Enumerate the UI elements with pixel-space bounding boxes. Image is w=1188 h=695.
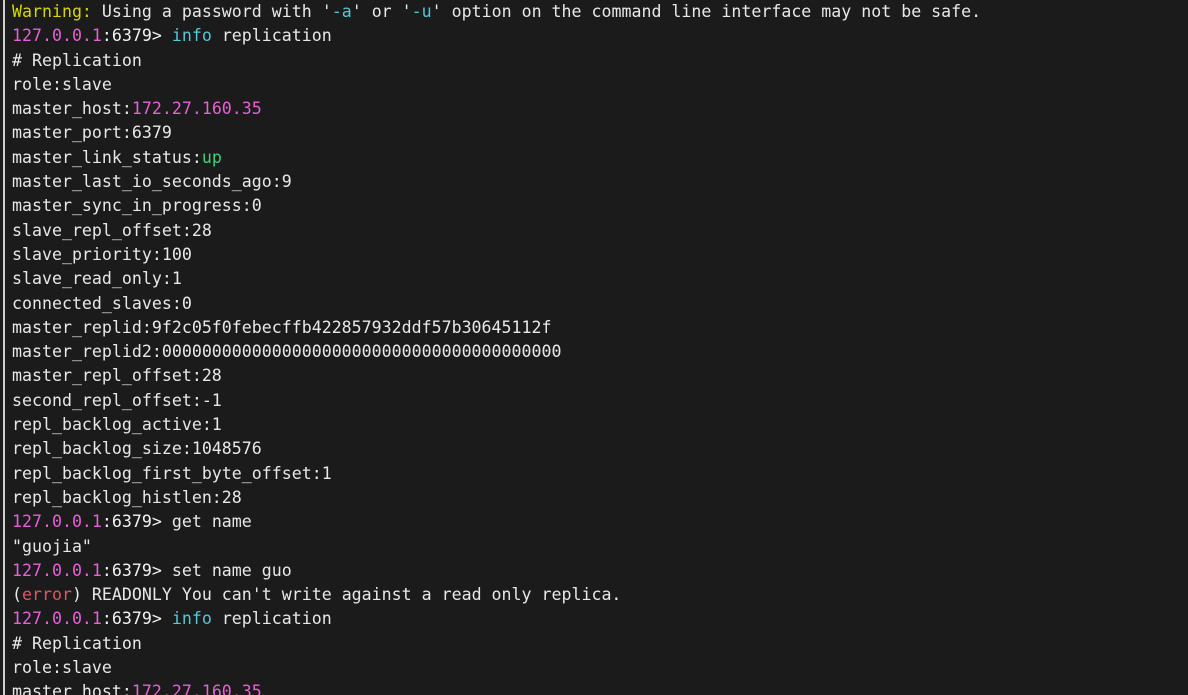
line-master-port: master_port:6379 <box>12 121 1188 145</box>
line-master-host-2: master_host:172.27.160.35 <box>12 680 1188 695</box>
text-segment: 127.0.0.1 <box>12 26 102 46</box>
text-segment: info <box>171 609 212 629</box>
terminal-window[interactable]: Warning: Using a password with '-a' or '… <box>0 0 1188 695</box>
text-segment: master_host: <box>12 682 132 695</box>
text-segment: repl_backlog_size:1048576 <box>12 439 262 459</box>
line-master-repl-offset: master_repl_offset:28 <box>12 364 1188 388</box>
line-backlog-histlen: repl_backlog_histlen:28 <box>12 486 1188 510</box>
text-segment: :6379> <box>101 560 172 580</box>
text-segment: connected_slaves:0 <box>12 293 192 313</box>
line-master-link-status: master_link_status:up <box>12 146 1188 170</box>
text-segment: replication <box>211 609 332 629</box>
line-second-repl-offset: second_repl_offset:-1 <box>12 389 1188 413</box>
text-segment: 172.27.160.35 <box>131 99 262 119</box>
line-slave-read-only: slave_read_only:1 <box>12 267 1188 291</box>
text-segment: repl_backlog_active:1 <box>12 415 222 435</box>
text-segment: get name <box>171 512 252 532</box>
text-segment: :6379> <box>101 609 172 629</box>
line-master-replid: master_replid:9f2c05f0febecffb422857932d… <box>12 316 1188 340</box>
text-segment: master_sync_in_progress:0 <box>12 196 262 216</box>
text-segment: info <box>171 26 212 46</box>
line-section-2: # Replication <box>12 632 1188 656</box>
text-segment: ' <box>431 2 442 21</box>
line-get-result: "guojia" <box>12 535 1188 559</box>
text-segment: # Replication <box>12 50 142 70</box>
line-backlog-size: repl_backlog_size:1048576 <box>12 437 1188 461</box>
text-segment: replication <box>211 26 332 46</box>
text-segment: slave_repl_offset:28 <box>12 220 212 240</box>
text-segment: 127.0.0.1 <box>12 560 102 580</box>
line-backlog-active: repl_backlog_active:1 <box>12 413 1188 437</box>
text-segment: master_repl_offset:28 <box>12 366 222 386</box>
text-segment: ' <box>351 2 362 21</box>
text-segment: role:slave <box>12 74 112 94</box>
text-segment: 172.27.160.35 <box>131 682 262 695</box>
text-segment: set name guo <box>171 560 292 580</box>
text-segment: repl_backlog_histlen:28 <box>12 487 242 507</box>
text-segment: master_replid2:0000000000000000000000000… <box>12 342 562 362</box>
text-segment: "guojia" <box>12 536 92 556</box>
line-slave-repl-offset: slave_repl_offset:28 <box>12 219 1188 243</box>
line-role-1: role:slave <box>12 73 1188 97</box>
text-segment: 127.0.0.1 <box>12 609 102 629</box>
text-segment: role:slave <box>12 658 112 678</box>
text-segment: Using a password with <box>91 2 322 21</box>
line-cmd-info-1: 127.0.0.1:6379> info replication <box>12 24 1188 48</box>
text-segment: ' <box>321 2 332 21</box>
text-segment: master_port:6379 <box>12 123 172 143</box>
line-master-host-1: master_host:172.27.160.35 <box>12 97 1188 121</box>
line-warning: Warning: Using a password with '-a' or '… <box>12 0 1188 24</box>
text-segment: ' <box>401 2 412 21</box>
line-master-replid2: master_replid2:0000000000000000000000000… <box>12 340 1188 364</box>
text-segment: up <box>201 147 222 167</box>
window-left-border <box>3 0 5 695</box>
line-slave-priority: slave_priority:100 <box>12 243 1188 267</box>
text-segment: master_host: <box>12 99 132 119</box>
terminal-output[interactable]: Warning: Using a password with '-a' or '… <box>12 0 1188 695</box>
line-role-2: role:slave <box>12 656 1188 680</box>
text-segment: :6379> <box>101 26 172 46</box>
text-segment: option on the command line interface may… <box>441 2 982 21</box>
line-error: (error) READONLY You can't write against… <box>12 583 1188 607</box>
text-segment: master_replid:9f2c05f0febecffb422857932d… <box>12 317 552 337</box>
text-segment: error <box>22 585 72 605</box>
text-segment: or <box>361 2 402 21</box>
line-master-last-io: master_last_io_seconds_ago:9 <box>12 170 1188 194</box>
text-segment: -a <box>331 2 352 21</box>
text-segment: slave_read_only:1 <box>12 269 182 289</box>
text-segment: master_link_status: <box>12 147 202 167</box>
text-segment: ( <box>12 585 22 605</box>
text-segment: :6379> <box>101 512 172 532</box>
text-segment: repl_backlog_first_byte_offset:1 <box>12 463 332 483</box>
line-cmd-info-2: 127.0.0.1:6379> info replication <box>12 607 1188 631</box>
text-segment: Warning: <box>12 2 92 21</box>
line-backlog-first-byte: repl_backlog_first_byte_offset:1 <box>12 462 1188 486</box>
text-segment: -u <box>411 2 432 21</box>
line-master-sync: master_sync_in_progress:0 <box>12 194 1188 218</box>
line-section-1: # Replication <box>12 49 1188 73</box>
line-connected-slaves: connected_slaves:0 <box>12 292 1188 316</box>
text-segment: second_repl_offset:-1 <box>12 390 222 410</box>
line-cmd-get: 127.0.0.1:6379> get name <box>12 510 1188 534</box>
text-segment: # Replication <box>12 633 142 653</box>
text-segment: 127.0.0.1 <box>12 512 102 532</box>
text-segment: ) READONLY You can't write against a rea… <box>71 585 622 605</box>
line-cmd-set: 127.0.0.1:6379> set name guo <box>12 559 1188 583</box>
text-segment: slave_priority:100 <box>12 244 192 264</box>
text-segment: master_last_io_seconds_ago:9 <box>12 172 292 192</box>
